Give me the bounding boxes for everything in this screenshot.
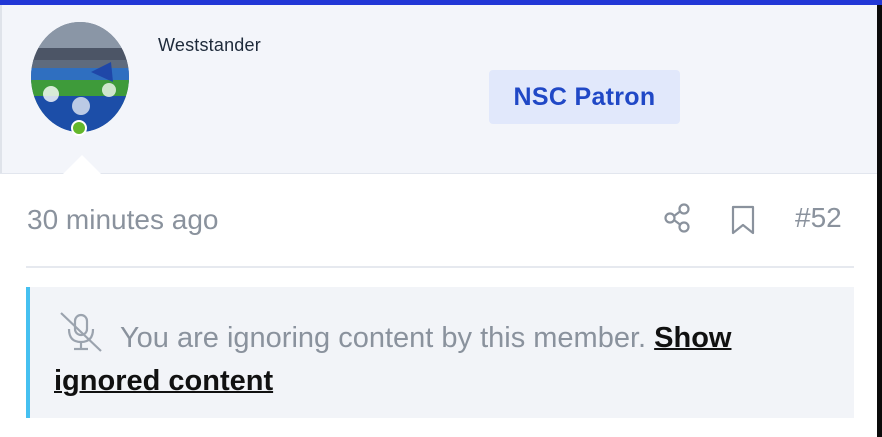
avatar-image bbox=[31, 22, 129, 132]
user-title-badge: NSC Patron bbox=[489, 70, 680, 124]
avatar[interactable] bbox=[31, 22, 129, 132]
post-meta: 30 minutes ago #52 bbox=[0, 174, 877, 274]
online-status-indicator bbox=[71, 120, 87, 136]
bookmark-icon[interactable] bbox=[731, 205, 755, 235]
post-timestamp[interactable]: 30 minutes ago bbox=[27, 204, 218, 236]
ignored-message: You are ignoring content by this member.… bbox=[54, 317, 834, 403]
post-number[interactable]: #52 bbox=[795, 202, 842, 234]
header-pointer bbox=[63, 155, 101, 174]
ignored-message-text: You are ignoring content by this member. bbox=[120, 322, 647, 354]
ignored-content-notice: You are ignoring content by this member.… bbox=[26, 287, 854, 418]
meta-divider bbox=[26, 266, 854, 268]
share-icon[interactable] bbox=[663, 202, 693, 234]
window-edge bbox=[877, 5, 882, 437]
user-header bbox=[0, 5, 877, 173]
username[interactable]: Weststander bbox=[158, 35, 261, 56]
